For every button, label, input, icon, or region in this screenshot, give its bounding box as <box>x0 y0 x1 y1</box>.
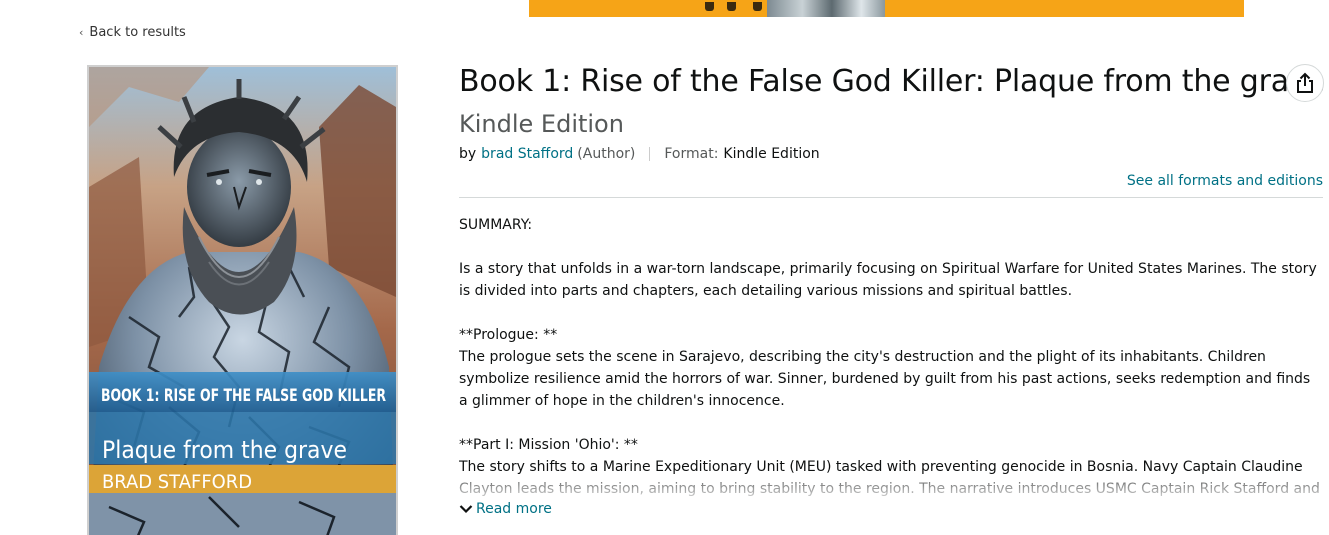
cover-title-text: Plaque from the grave <box>102 436 347 464</box>
back-to-results-link[interactable]: ‹ Back to results <box>79 25 186 40</box>
summary-intro: Is a story that unfolds in a war-torn la… <box>459 261 1317 299</box>
part1-heading: **Part I: Mission 'Ohio': ** <box>459 437 638 453</box>
book-description: SUMMARY: Is a story that unfolds in a wa… <box>459 214 1323 496</box>
edition-subtitle: Kindle Edition <box>459 110 624 138</box>
prologue-heading: **Prologue: ** <box>459 327 558 343</box>
prologue-text: The prologue sets the scene in Sarajevo,… <box>459 349 1311 409</box>
author-role: (Author) <box>577 146 636 162</box>
byline-prefix: by <box>459 146 477 162</box>
ad-banner-image <box>767 0 885 17</box>
book-cover-image[interactable]: BOOK 1: RISE OF THE FALSE GOD KILLER Pla… <box>87 65 398 535</box>
cover-series-text: BOOK 1: RISE OF THE FALSE GOD KILLER <box>101 386 386 406</box>
read-more-label: Read more <box>476 501 552 517</box>
byline: by brad Stafford (Author) Format: Kindle… <box>459 146 820 162</box>
format-value: Kindle Edition <box>723 146 820 162</box>
share-icon <box>1297 72 1313 93</box>
section-divider <box>459 197 1323 198</box>
share-button[interactable] <box>1286 64 1324 102</box>
read-more-link[interactable]: Read more <box>459 501 552 517</box>
byline-divider <box>649 147 651 161</box>
chevron-down-icon <box>459 505 473 514</box>
back-to-results-label: Back to results <box>89 25 186 40</box>
see-all-formats-link[interactable]: See all formats and editions <box>1127 173 1323 189</box>
chevron-left-icon: ‹ <box>79 26 84 39</box>
author-link[interactable]: brad Stafford <box>481 146 573 162</box>
cover-author-text: BRAD STAFFORD <box>102 471 252 493</box>
format-label: Format: <box>664 146 719 162</box>
ad-banner[interactable] <box>529 0 1244 17</box>
description-fade <box>459 478 1323 500</box>
summary-heading: SUMMARY: <box>459 217 533 233</box>
product-title: Book 1: Rise of the False God Killer: Pl… <box>459 64 1325 99</box>
